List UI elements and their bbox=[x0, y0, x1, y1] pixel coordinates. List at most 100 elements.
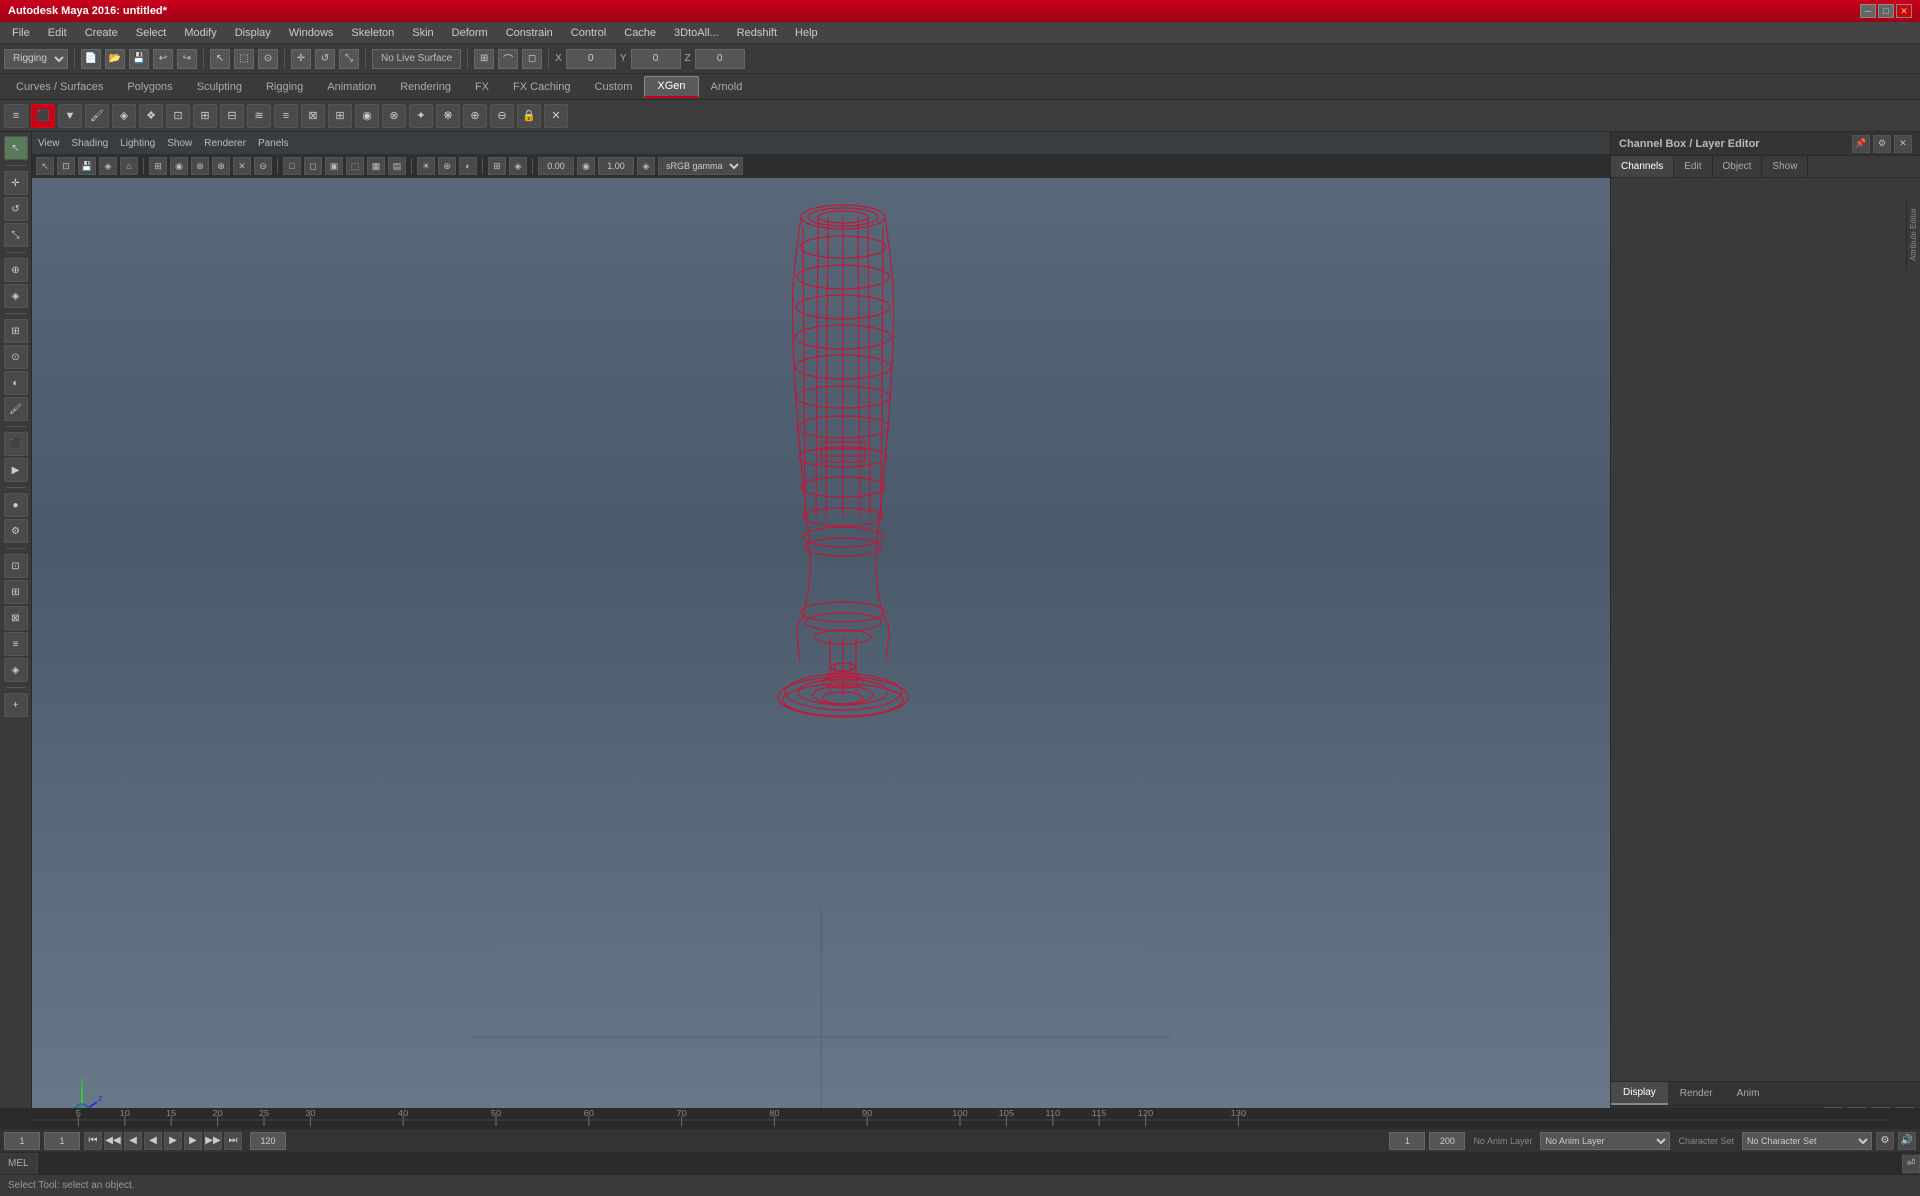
toggle-bar-btn[interactable]: ≡ bbox=[4, 104, 28, 128]
ch-box-settings[interactable]: ⚙ bbox=[1873, 135, 1891, 153]
vp-tool3[interactable]: 💾 bbox=[78, 157, 96, 175]
select-mode-btn[interactable]: ⬛ bbox=[31, 104, 55, 128]
disp-tab-display[interactable]: Display bbox=[1611, 1082, 1668, 1105]
vp-menu-view[interactable]: View bbox=[38, 138, 60, 149]
tab-sculpting[interactable]: Sculpting bbox=[185, 76, 254, 98]
render-btn[interactable]: ⬛ bbox=[4, 432, 28, 456]
tab-polygons[interactable]: Polygons bbox=[115, 76, 184, 98]
menu-display[interactable]: Display bbox=[227, 25, 279, 41]
no-live-surface-btn[interactable]: No Live Surface bbox=[372, 49, 461, 69]
snap-pts[interactable]: ⊞ bbox=[4, 319, 28, 343]
vp-light2[interactable]: ⊕ bbox=[438, 157, 456, 175]
tab-arnold[interactable]: Arnold bbox=[699, 76, 755, 98]
vp-snap1[interactable]: ⊞ bbox=[149, 157, 167, 175]
tab-rigging[interactable]: Rigging bbox=[254, 76, 315, 98]
ch-box-pin[interactable]: 📌 bbox=[1852, 135, 1870, 153]
vp-disp5[interactable]: ▦ bbox=[367, 157, 385, 175]
vp-tool5[interactable]: ⌂ bbox=[120, 157, 138, 175]
close-button[interactable]: ✕ bbox=[1896, 4, 1912, 18]
mel-enter-btn[interactable]: ⏎ bbox=[1902, 1155, 1920, 1173]
menu-modify[interactable]: Modify bbox=[176, 25, 224, 41]
tl-prev-frame[interactable]: ◀ bbox=[124, 1132, 142, 1150]
menu-skin[interactable]: Skin bbox=[404, 25, 441, 41]
vp-val-icon[interactable]: ◉ bbox=[577, 157, 595, 175]
open-btn[interactable]: 📂 bbox=[105, 49, 125, 69]
misc2[interactable]: ⊞ bbox=[4, 580, 28, 604]
menu-skeleton[interactable]: Skeleton bbox=[343, 25, 402, 41]
rotate-tool-side[interactable]: ↺ bbox=[4, 197, 28, 221]
vp-gamma-select[interactable]: sRGB gamma bbox=[658, 157, 743, 175]
vp-menu-panels[interactable]: Panels bbox=[258, 138, 289, 149]
vp-snap3[interactable]: ⊕ bbox=[191, 157, 209, 175]
soft-mod[interactable]: ⊙ bbox=[4, 345, 28, 369]
move-tool-side[interactable]: ✛ bbox=[4, 171, 28, 195]
xgen-icon14[interactable]: ⊖ bbox=[490, 104, 514, 128]
xgen-icon2[interactable]: ⊡ bbox=[166, 104, 190, 128]
ch-tab-object[interactable]: Object bbox=[1713, 156, 1763, 177]
paint-btn[interactable]: ⊙ bbox=[258, 49, 278, 69]
menu-windows[interactable]: Windows bbox=[281, 25, 342, 41]
new-scene-btn[interactable]: 📄 bbox=[81, 49, 101, 69]
tl-settings-btn[interactable]: ⚙ bbox=[1876, 1132, 1894, 1150]
disp-tab-anim[interactable]: Anim bbox=[1725, 1082, 1772, 1105]
misc1[interactable]: ⊡ bbox=[4, 554, 28, 578]
xgen-icon8[interactable]: ⊞ bbox=[328, 104, 352, 128]
vp-tool1[interactable]: ↖ bbox=[36, 157, 54, 175]
rotate-btn[interactable]: ↺ bbox=[315, 49, 335, 69]
xgen-icon16[interactable]: ✕ bbox=[544, 104, 568, 128]
tab-rendering[interactable]: Rendering bbox=[388, 76, 463, 98]
attr-tab-label[interactable]: Attribute Editor bbox=[1909, 204, 1918, 265]
menu-create[interactable]: Create bbox=[77, 25, 126, 41]
vp-disp6[interactable]: ▤ bbox=[388, 157, 406, 175]
tl-step-back[interactable]: ◀◀ bbox=[104, 1132, 122, 1150]
vp-disp1[interactable]: □ bbox=[283, 157, 301, 175]
move-btn[interactable]: ✛ bbox=[291, 49, 311, 69]
menu-select[interactable]: Select bbox=[128, 25, 175, 41]
menu-file[interactable]: File bbox=[4, 25, 38, 41]
last-tool[interactable]: ◈ bbox=[4, 284, 28, 308]
ch-tab-edit[interactable]: Edit bbox=[1674, 156, 1712, 177]
misc3[interactable]: ⊠ bbox=[4, 606, 28, 630]
vp-tool4[interactable]: ◈ bbox=[99, 157, 117, 175]
paint-wts[interactable]: 🖌 bbox=[4, 397, 28, 421]
vp-menu-lighting[interactable]: Lighting bbox=[120, 138, 155, 149]
tab-curves-surfaces[interactable]: Curves / Surfaces bbox=[4, 76, 115, 98]
tl-play-back[interactable]: ◀ bbox=[144, 1132, 162, 1150]
show-manipulator[interactable]: ⊕ bbox=[4, 258, 28, 282]
vp-snap6[interactable]: ⊖ bbox=[254, 157, 272, 175]
vp-tool2[interactable]: ⊡ bbox=[57, 157, 75, 175]
vp-cam2[interactable]: ◈ bbox=[509, 157, 527, 175]
xgen-icon9[interactable]: ◉ bbox=[355, 104, 379, 128]
vp-menu-renderer[interactable]: Renderer bbox=[204, 138, 246, 149]
vp-light3[interactable]: ◐ bbox=[459, 157, 477, 175]
tl-start-field[interactable]: 1 bbox=[4, 1132, 40, 1150]
tl-goto-end[interactable]: ⏭ bbox=[224, 1132, 242, 1150]
maximize-button[interactable]: □ bbox=[1878, 4, 1894, 18]
vp-menu-show[interactable]: Show bbox=[167, 138, 192, 149]
xgen-icon1[interactable]: ❖ bbox=[139, 104, 163, 128]
char-set-select[interactable]: No Character Set bbox=[1742, 1132, 1872, 1150]
xgen-icon3[interactable]: ⊞ bbox=[193, 104, 217, 128]
snap-curve-btn[interactable]: ⌒ bbox=[498, 49, 518, 69]
misc4[interactable]: ≡ bbox=[4, 632, 28, 656]
misc6[interactable]: + bbox=[4, 693, 28, 717]
xgen-icon13[interactable]: ⊕ bbox=[463, 104, 487, 128]
vp-disp3[interactable]: ▣ bbox=[325, 157, 343, 175]
xgen-icon5[interactable]: ≋ bbox=[247, 104, 271, 128]
snap-grid-btn[interactable]: ⊞ bbox=[474, 49, 494, 69]
disp-tab-render[interactable]: Render bbox=[1668, 1082, 1725, 1105]
xgen-icon4[interactable]: ⊟ bbox=[220, 104, 244, 128]
tl-goto-start[interactable]: ⏮ bbox=[84, 1132, 102, 1150]
menu-cache[interactable]: Cache bbox=[616, 25, 664, 41]
paint-select-btn[interactable]: 🖌 bbox=[85, 104, 109, 128]
ch-tab-show[interactable]: Show bbox=[1762, 156, 1808, 177]
anim-layer-select[interactable]: No Anim Layer bbox=[1540, 1132, 1670, 1150]
xgen-icon7[interactable]: ⊠ bbox=[301, 104, 325, 128]
tl-audio-btn[interactable]: 🔊 bbox=[1898, 1132, 1916, 1150]
z-input[interactable] bbox=[695, 49, 745, 69]
component-btn[interactable]: ▼ bbox=[58, 104, 82, 128]
vp-menu-shading[interactable]: Shading bbox=[72, 138, 109, 149]
workspace-selector[interactable]: Rigging bbox=[4, 49, 68, 69]
vp-disp4[interactable]: ⬚ bbox=[346, 157, 364, 175]
vp-light1[interactable]: ☀ bbox=[417, 157, 435, 175]
